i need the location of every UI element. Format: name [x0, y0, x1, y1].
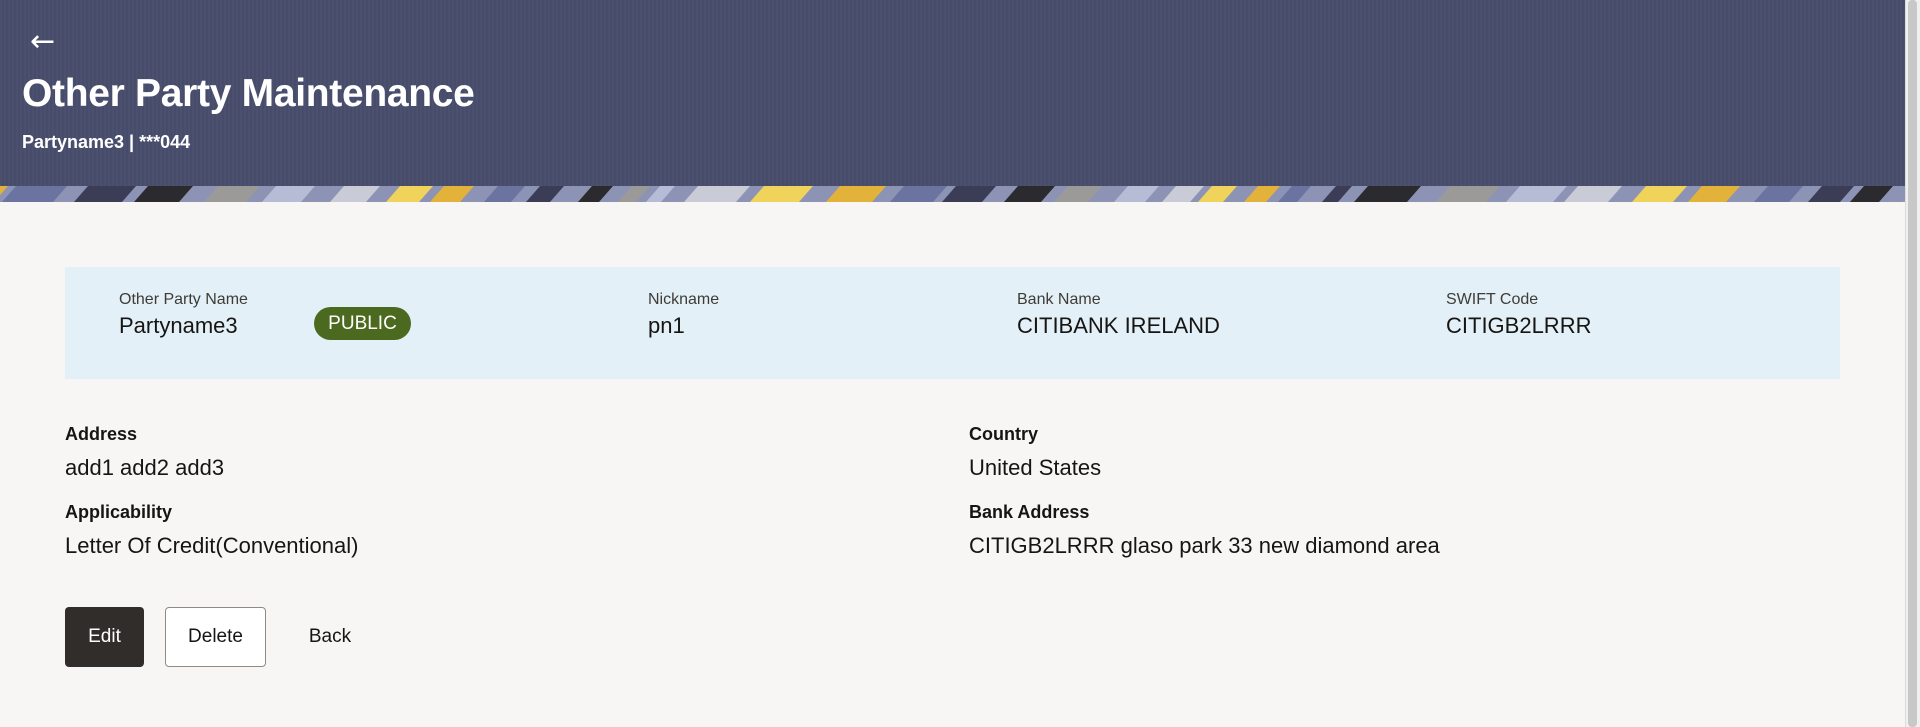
scrollbar-thumb[interactable]	[1908, 0, 1917, 727]
bank-address-field: Bank Address CITIGB2LRRR glaso park 33 n…	[969, 502, 1440, 559]
banner-pattern	[0, 186, 1905, 202]
bank-address-value: CITIGB2LRRR glaso park 33 new diamond ar…	[969, 533, 1440, 558]
country-field: Country United States	[969, 424, 1101, 481]
page-subtitle: Partyname3 | ***044	[22, 132, 191, 152]
country-value: United States	[969, 455, 1102, 480]
bank-address-label: Bank Address	[969, 502, 1090, 522]
swift-code-field: SWIFT Code CITIGB2LRRR	[1446, 291, 1591, 339]
page-title: Other Party Maintenance	[22, 72, 475, 115]
party-summary-panel: Other Party Name Partyname3 PUBLIC Nickn…	[65, 267, 1840, 379]
edit-button[interactable]: Edit	[65, 607, 144, 667]
nickname-label: Nickname	[648, 291, 720, 308]
bank-name-label: Bank Name	[1017, 291, 1101, 308]
page-header: ← Other Party Maintenance Partyname3 | *…	[0, 0, 1905, 202]
swift-code-value: CITIGB2LRRR	[1446, 313, 1592, 338]
address-value: add1 add2 add3	[65, 455, 225, 480]
decorative-banner	[0, 186, 1905, 202]
country-label: Country	[969, 424, 1038, 444]
address-label: Address	[65, 424, 138, 444]
nickname-value: pn1	[648, 313, 685, 338]
back-button[interactable]: Back	[290, 607, 370, 667]
swift-code-label: SWIFT Code	[1446, 291, 1539, 308]
public-badge: PUBLIC	[314, 307, 411, 340]
bank-name-value: CITIBANK IRELAND	[1017, 313, 1220, 338]
party-name-label: Other Party Name	[119, 291, 248, 308]
nickname-field: Nickname pn1	[648, 291, 719, 339]
party-name-value: Partyname3	[119, 313, 238, 338]
applicability-label: Applicability	[65, 502, 173, 522]
delete-button[interactable]: Delete	[165, 607, 266, 667]
party-name-field: Other Party Name Partyname3	[119, 291, 248, 339]
bank-name-field: Bank Name CITIBANK IRELAND	[1017, 291, 1220, 339]
arrow-left-icon[interactable]: ←	[30, 26, 62, 58]
applicability-value: Letter Of Credit(Conventional)	[65, 533, 359, 558]
applicability-field: Applicability Letter Of Credit(Conventio…	[65, 502, 358, 559]
address-field: Address add1 add2 add3	[65, 424, 224, 481]
